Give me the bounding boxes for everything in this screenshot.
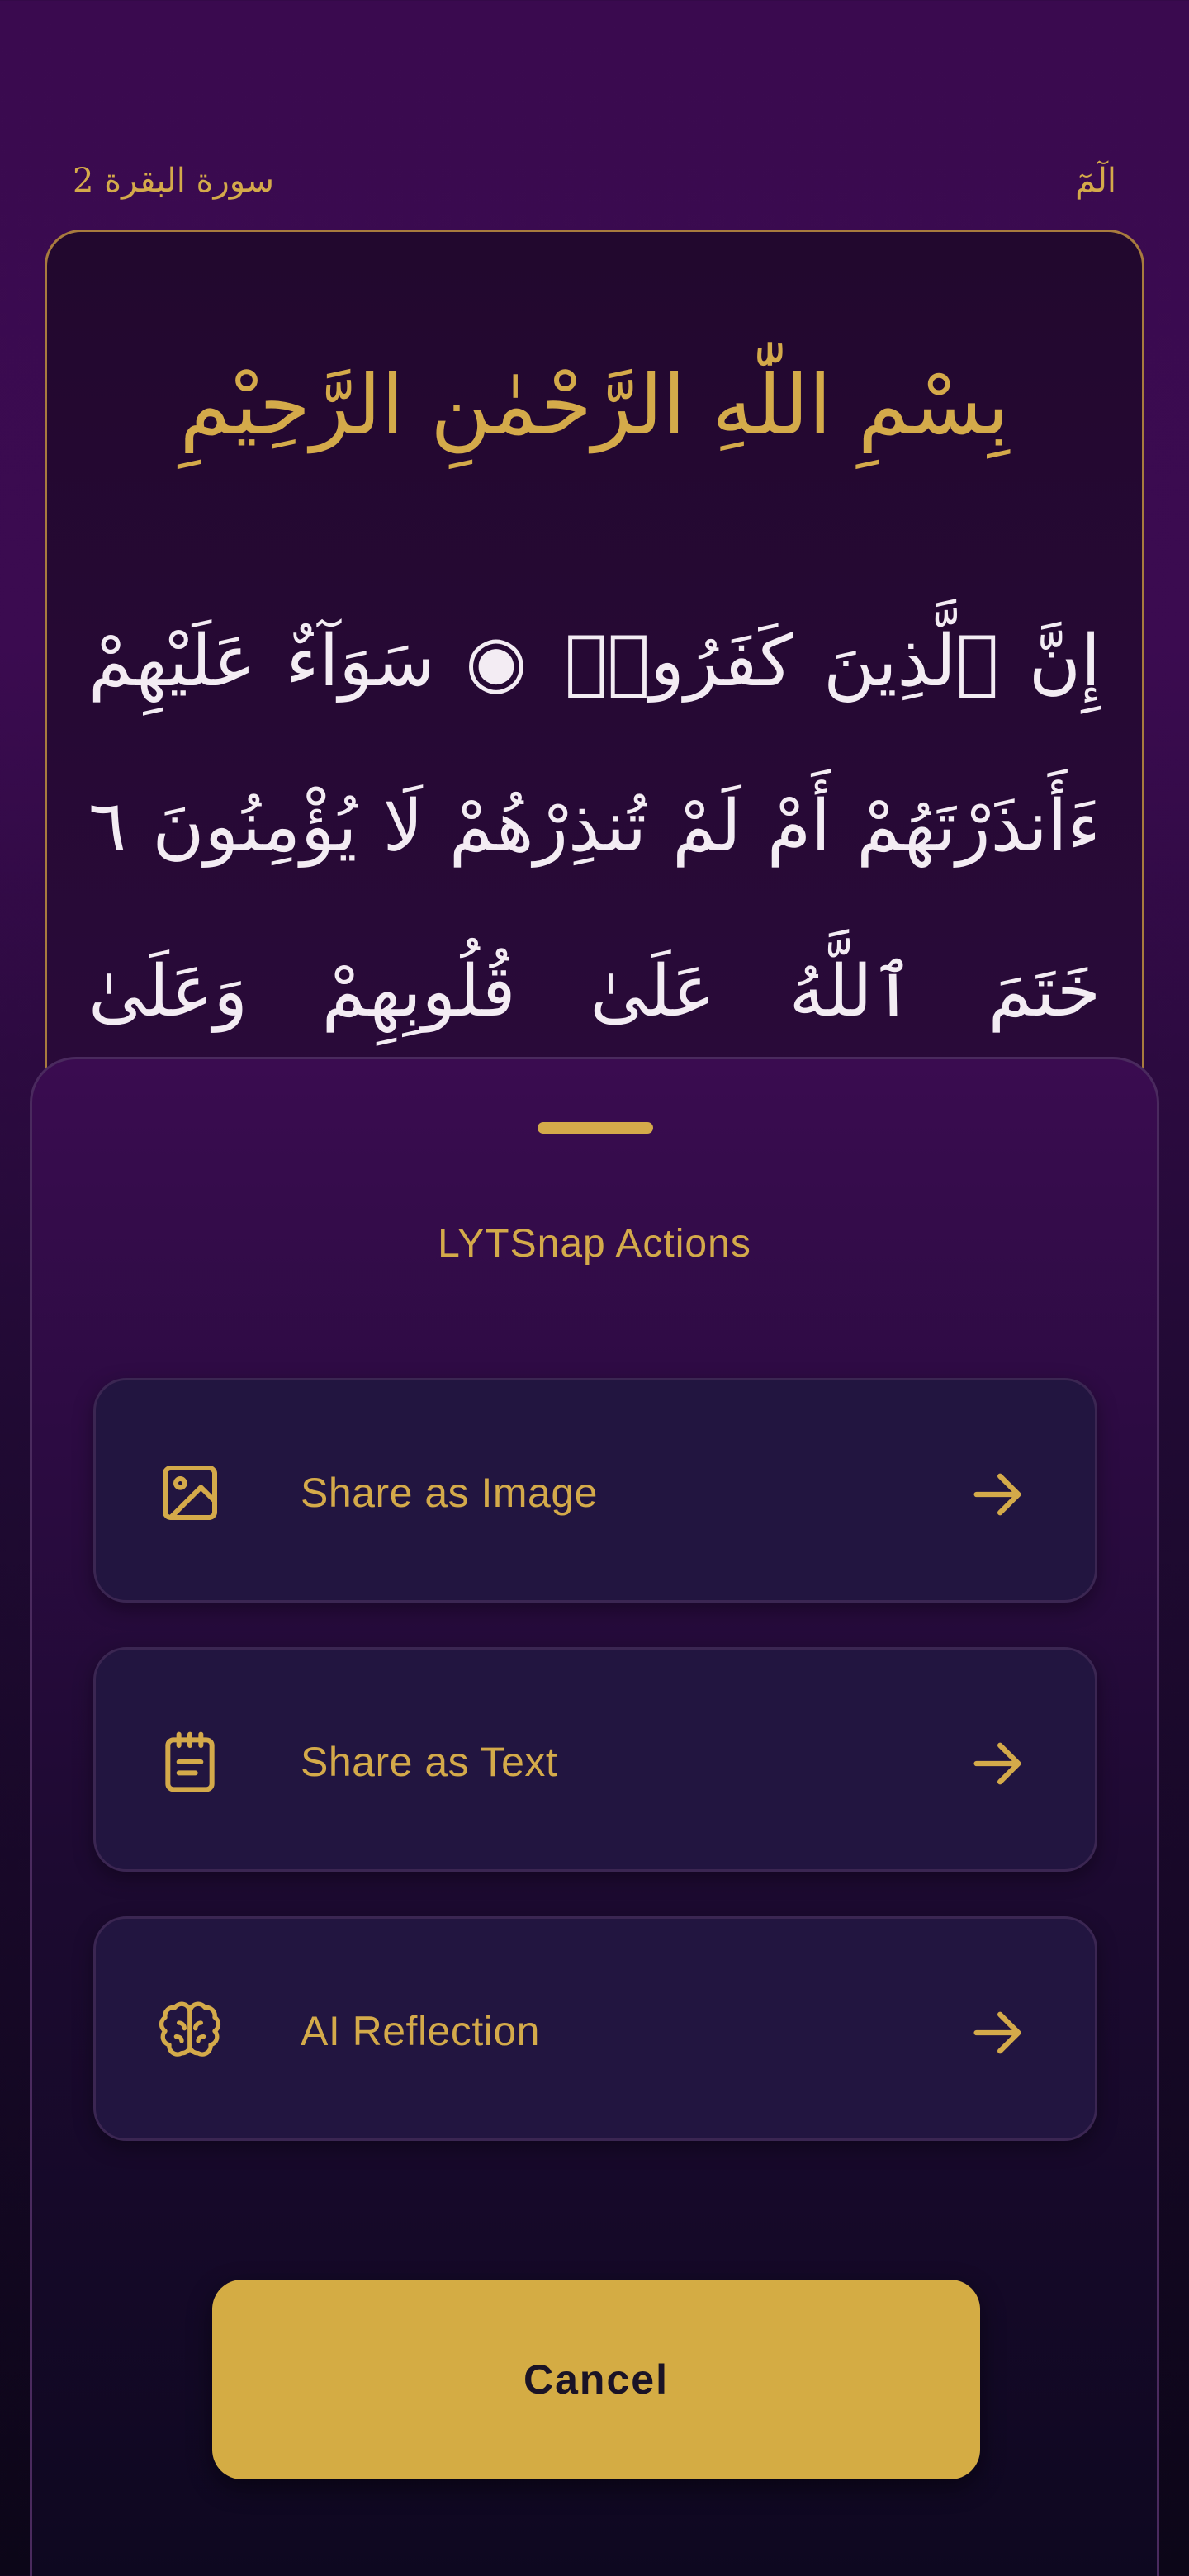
- arrow-right-icon: [973, 2011, 1021, 2054]
- sheet-title: LYTSnap Actions: [438, 1222, 751, 1266]
- share-as-image-button[interactable]: Share as Image: [93, 1378, 1097, 1603]
- action-label: AI Reflection: [301, 2008, 540, 2054]
- image-icon: [163, 1466, 217, 1520]
- verse-text: إِنَّ ٱلَّذِينَ كَفَرُوا۟ ◉ سَوَآءٌ عَلَ…: [88, 579, 1101, 1074]
- arrow-right-icon: [973, 1473, 1021, 1516]
- action-label: Share as Text: [301, 1739, 558, 1785]
- ai-reflection-button[interactable]: AI Reflection: [93, 1916, 1097, 2141]
- juz-name: الٓمٓ: [1075, 162, 1116, 200]
- notepad-icon: [165, 1731, 215, 1792]
- basmala: بِسْمِ اللّٰهِ الرَّحْمٰنِ الرَّحِيْمِ: [179, 357, 1010, 453]
- top-bar: سورة البقرة 2 الٓمٓ: [0, 0, 1189, 231]
- verse-line: ءَأَنذَرْتَهُمْ أَمْ لَمْ تُنذِرْهُمْ لَ…: [88, 785, 1101, 868]
- verse-card: بِسْمِ اللّٰهِ الرَّحْمٰنِ الرَّحِيْمِ إ…: [45, 230, 1144, 1138]
- brain-icon: [159, 2001, 221, 2057]
- verse-line: خَتَمَ ٱللَّهُ عَلَىٰ قُلُوبِهِمْ وَعَلَ…: [88, 950, 1101, 1033]
- actions-bottom-sheet: LYTSnap Actions Share as Image Share as …: [30, 1057, 1159, 2576]
- arrow-right-icon: [973, 1742, 1021, 1785]
- action-label: Share as Image: [301, 1470, 598, 1516]
- cancel-button[interactable]: Cancel: [212, 2280, 980, 2479]
- verse-line: إِنَّ ٱلَّذِينَ كَفَرُوا۟ ◉ سَوَآءٌ عَلَ…: [88, 620, 1101, 703]
- drag-handle[interactable]: [538, 1122, 653, 1134]
- surah-name: سورة البقرة 2: [73, 162, 274, 200]
- share-as-text-button[interactable]: Share as Text: [93, 1647, 1097, 1872]
